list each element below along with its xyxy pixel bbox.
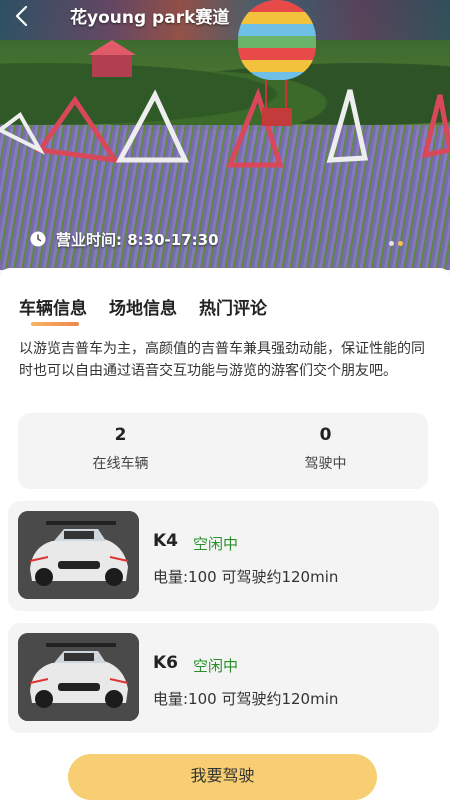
car-card-k4[interactable]: K4 空闲中 电量:100 可驾驶约120min bbox=[8, 501, 439, 611]
tab-venue-info[interactable]: 场地信息 bbox=[109, 294, 177, 319]
stat-driving: 0 驾驶中 bbox=[223, 413, 428, 489]
car-battery-info: 电量:100 可驾驶约120min bbox=[153, 568, 339, 586]
car-image bbox=[18, 511, 139, 599]
stat-label: 在线车辆 bbox=[92, 456, 149, 472]
sports-car-icon bbox=[18, 511, 139, 599]
car-status-badge: 空闲中 bbox=[193, 535, 239, 553]
car-image bbox=[18, 633, 139, 721]
drive-button[interactable]: 我要驾驶 bbox=[68, 754, 377, 800]
hero-banner: 花young park赛道 营业时间: 8:30-17:30 bbox=[0, 0, 450, 270]
tab-hot-comments[interactable]: 热门评论 bbox=[199, 294, 267, 319]
description-text: 以游览吉普车为主，高颜值的吉普车兼具强劲动能，保证性能的同时也可以自由通过语音交… bbox=[19, 341, 425, 379]
balloon-ropes bbox=[265, 80, 287, 110]
car-card-k6[interactable]: K6 空闲中 电量:100 可驾驶约120min bbox=[8, 623, 439, 733]
page-title: 花young park赛道 bbox=[70, 8, 230, 28]
content-panel: 车辆信息 场地信息 热门评论 以游览吉普车为主，高颜值的吉普车兼具强劲动能，保证… bbox=[0, 268, 450, 800]
car-battery-info: 电量:100 可驾驶约120min bbox=[153, 690, 339, 708]
hot-air-balloon bbox=[238, 0, 316, 80]
carousel-dots bbox=[389, 241, 403, 246]
car-name: K4 bbox=[153, 531, 179, 551]
car-name: K6 bbox=[153, 653, 179, 673]
sports-car-icon bbox=[18, 633, 139, 721]
business-hours-text: 营业时间: 8:30-17:30 bbox=[56, 230, 219, 249]
stat-value: 2 bbox=[114, 425, 127, 445]
business-hours: 营业时间: 8:30-17:30 bbox=[30, 228, 219, 250]
stats-card: 2 在线车辆 0 驾驶中 bbox=[18, 413, 428, 489]
car-status-badge: 空闲中 bbox=[193, 657, 239, 675]
back-arrow-icon[interactable] bbox=[10, 4, 34, 28]
stat-online-vehicles: 2 在线车辆 bbox=[18, 413, 223, 489]
tab-vehicle-info[interactable]: 车辆信息 bbox=[19, 294, 87, 326]
tab-bar: 车辆信息 场地信息 热门评论 bbox=[19, 294, 267, 326]
stat-value: 0 bbox=[319, 425, 332, 445]
balloon-basket bbox=[262, 108, 292, 126]
clock-icon bbox=[30, 231, 46, 247]
stat-label: 驾驶中 bbox=[304, 456, 347, 472]
carousel-dot-active[interactable] bbox=[398, 241, 403, 246]
carousel-dot[interactable] bbox=[389, 241, 394, 246]
